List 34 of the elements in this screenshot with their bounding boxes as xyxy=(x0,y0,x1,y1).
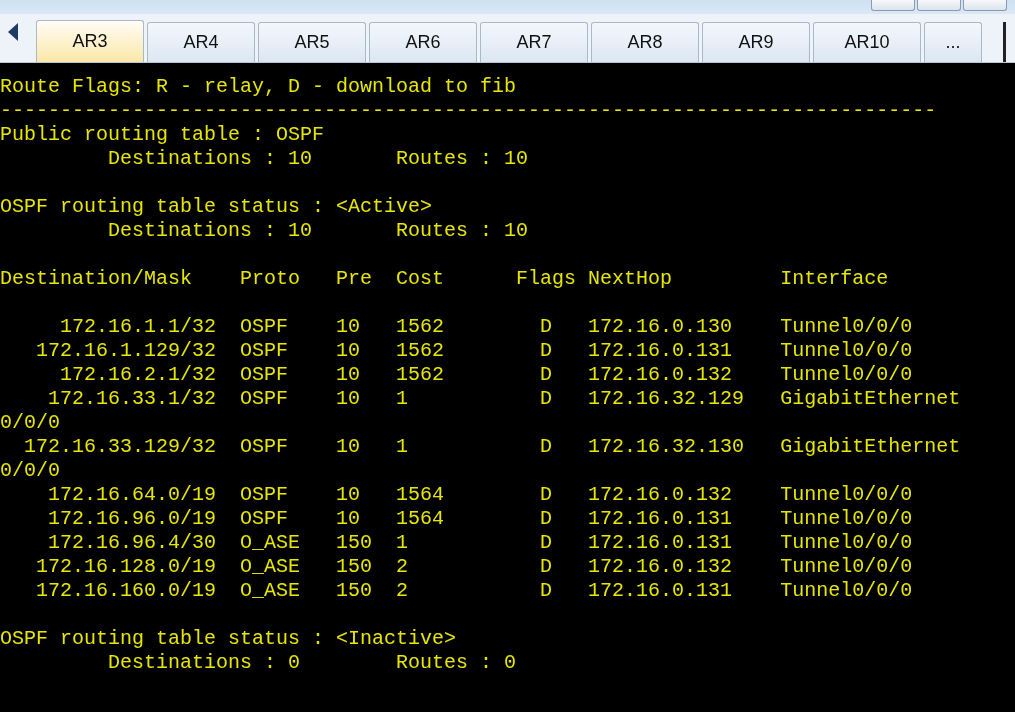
terminal-line: OSPF routing table status : <Inactive> xyxy=(0,627,457,651)
terminal-line: Destinations : 10 Routes : 10 xyxy=(107,219,529,243)
terminal-line: 172.16.1.1/32 OSPF 10 1562 D 172.16.0.130 Tunnel0/0/0 xyxy=(59,315,913,339)
terminal-line: 172.16.128.0/19 O_ASE 150 2 D 172.16.0.132 Tunnel0/0/0 xyxy=(35,555,913,579)
terminal-line: 172.16.96.0/19 OSPF 10 1564 D 172.16.0.131 Tunnel0/0/0 xyxy=(47,507,913,531)
terminal-line: 0/0/0 xyxy=(0,411,60,435)
router-tab[interactable]: AR5 xyxy=(258,22,366,62)
terminal-line: Destination/Mask Proto Pre Cost Flags NextHop Interface xyxy=(0,267,889,291)
terminal-line: Destinations : 10 Routes : 10 xyxy=(107,147,529,171)
router-tab[interactable]: AR3 xyxy=(36,20,144,62)
window-control-button[interactable] xyxy=(871,0,915,11)
terminal-line: OSPF routing table status : <Active> xyxy=(0,195,433,219)
terminal-line: 172.16.96.4/30 O_ASE 150 1 D 172.16.0.131 Tunnel0/0/0 xyxy=(47,531,913,555)
router-tab[interactable]: AR8 xyxy=(591,22,699,62)
terminal-line: Route Flags: R - relay, D - download to fib xyxy=(0,75,517,99)
router-tab[interactable]: AR4 xyxy=(147,22,255,62)
terminal-line: 172.16.2.1/32 OSPF 10 1562 D 172.16.0.132 Tunnel0/0/0 xyxy=(59,363,913,387)
router-tab[interactable]: AR6 xyxy=(369,22,477,62)
window-control-button[interactable] xyxy=(963,0,1007,11)
terminal-line: 172.16.33.129/32 OSPF 10 1 D 172.16.32.130 GigabitEthernet xyxy=(23,435,961,459)
scroll-left-icon[interactable] xyxy=(6,22,20,42)
terminal-line: ------------------------------------------------------------------------------ xyxy=(0,99,937,123)
terminal-line: Public routing table : OSPF xyxy=(0,123,325,147)
router-tab[interactable]: ... xyxy=(924,22,982,62)
terminal-line: 172.16.64.0/19 OSPF 10 1564 D 172.16.0.132 Tunnel0/0/0 xyxy=(47,483,913,507)
window-control-button[interactable] xyxy=(917,0,961,11)
router-tab[interactable]: AR9 xyxy=(702,22,810,62)
terminal-line: 172.16.1.129/32 OSPF 10 1562 D 172.16.0.131 Tunnel0/0/0 xyxy=(35,339,913,363)
terminal-line: 172.16.33.1/32 OSPF 10 1 D 172.16.32.129 GigabitEthernet xyxy=(47,387,961,411)
router-tab[interactable]: AR7 xyxy=(480,22,588,62)
terminal-line: Destinations : 0 Routes : 0 xyxy=(107,651,517,675)
router-tab[interactable]: AR10 xyxy=(813,22,921,62)
terminal-line: 0/0/0 xyxy=(0,459,60,483)
terminal-line: 172.16.160.0/19 O_ASE 150 2 D 172.16.0.131 Tunnel0/0/0 xyxy=(35,579,913,603)
